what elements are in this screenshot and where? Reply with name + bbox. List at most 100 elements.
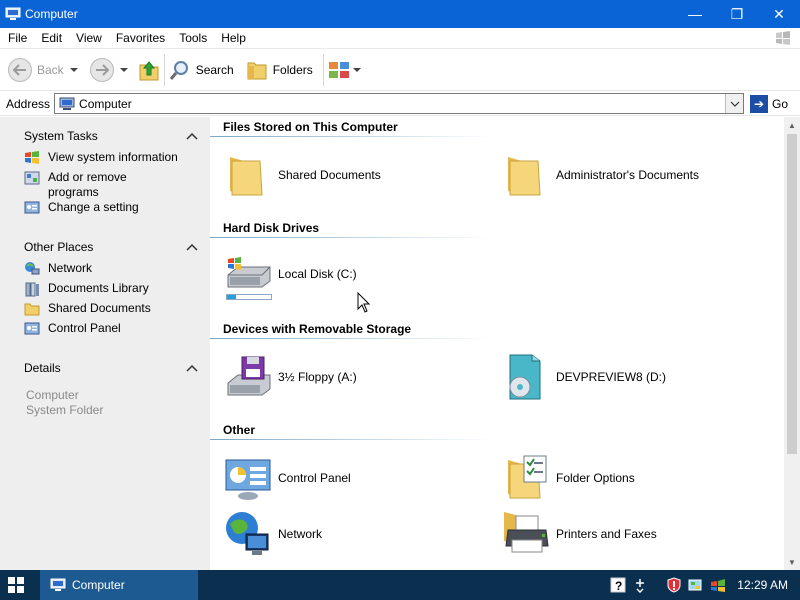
place-network[interactable]: Network — [0, 261, 200, 281]
menu-help[interactable]: Help — [213, 31, 252, 45]
item-floppy-a[interactable]: 3½ Floppy (A:) — [224, 353, 357, 401]
item-network[interactable]: Network — [224, 510, 322, 558]
collapse-chevron-icon[interactable] — [186, 130, 198, 142]
folders-icon — [247, 62, 267, 80]
content-pane: Files Stored on This Computer Shared Doc… — [210, 117, 784, 570]
chevron-down-icon[interactable] — [352, 68, 361, 72]
add-remove-programs-icon — [24, 171, 40, 185]
folders-button[interactable]: Folders — [246, 54, 313, 86]
item-control-panel[interactable]: Control Panel — [224, 454, 351, 502]
menu-edit[interactable]: Edit — [33, 31, 68, 45]
forward-button[interactable] — [89, 54, 134, 86]
place-label: Documents Library — [48, 281, 149, 295]
search-button[interactable]: Search — [169, 54, 234, 86]
close-button[interactable]: ✕ — [758, 0, 800, 28]
scroll-down-icon[interactable]: ▼ — [784, 554, 800, 570]
window-title: Computer — [25, 7, 78, 21]
control-panel-icon — [24, 322, 40, 335]
item-devpreview8-d[interactable]: DEVPREVIEW8 (D:) — [502, 353, 666, 401]
item-label: Shared Documents — [278, 168, 381, 182]
address-dropdown-button[interactable] — [725, 94, 744, 113]
address-input[interactable]: Computer — [54, 93, 745, 114]
item-administrators-documents[interactable]: Administrator's Documents — [502, 151, 699, 199]
item-local-disk-c[interactable]: Local Disk (C:) — [224, 253, 357, 301]
system-tasks-panel: System Tasks View system information Add… — [0, 122, 200, 220]
collapse-chevron-icon[interactable] — [186, 241, 198, 253]
other-places-header[interactable]: Other Places — [0, 233, 200, 261]
start-button[interactable] — [0, 570, 32, 600]
item-label: Printers and Faxes — [556, 527, 657, 541]
details-name: Computer — [26, 388, 79, 402]
clock[interactable]: 12:29 AM — [737, 578, 788, 592]
task-label: View system information — [48, 150, 178, 164]
views-button[interactable] — [328, 54, 367, 86]
taskbar-item-label: Computer — [72, 578, 125, 592]
go-arrow-icon: ➔ — [750, 94, 769, 113]
minimize-button[interactable]: — — [674, 0, 716, 28]
back-button[interactable]: Back — [8, 54, 84, 86]
folders-label: Folders — [272, 63, 313, 77]
menu-favorites[interactable]: Favorites — [108, 31, 171, 45]
folder-icon — [508, 157, 541, 196]
svg-text:?: ? — [615, 579, 622, 593]
maximize-button[interactable]: ❐ — [716, 0, 758, 28]
system-tasks-header[interactable]: System Tasks — [0, 122, 200, 150]
place-label: Network — [48, 261, 93, 275]
menu-view[interactable]: View — [68, 31, 108, 45]
windows-logo-icon — [8, 577, 24, 593]
group-title-other: Other — [223, 423, 256, 437]
menu-bar: File Edit View Favorites Tools Help — [0, 28, 800, 49]
chevron-down-icon[interactable] — [119, 68, 128, 72]
system-tray: ? 12:29 AM — [607, 570, 800, 600]
details-header[interactable]: Details — [0, 354, 200, 382]
mouse-cursor-icon — [357, 292, 371, 313]
place-documents-library[interactable]: Documents Library — [0, 281, 200, 301]
item-shared-documents[interactable]: Shared Documents — [224, 151, 381, 199]
group-divider — [210, 136, 495, 137]
place-label: Control Panel — [48, 321, 121, 335]
help-icon[interactable]: ? — [610, 577, 626, 593]
taskbar-item-computer[interactable]: Computer — [40, 570, 198, 600]
place-label: Shared Documents — [48, 301, 151, 315]
scrollbar-thumb[interactable] — [787, 134, 797, 454]
taskbar: Computer ? 12:29 AM — [0, 570, 800, 600]
security-shield-icon[interactable] — [666, 577, 682, 593]
computer-icon — [5, 7, 21, 20]
item-label: Network — [278, 527, 323, 541]
network-status-icon[interactable] — [632, 577, 648, 593]
drive-icon-wrap — [224, 253, 272, 301]
hard-disk-icon — [227, 257, 271, 288]
vertical-scrollbar[interactable]: ▲ ▼ — [784, 117, 800, 570]
task-change-setting[interactable]: Change a setting — [0, 200, 200, 220]
group-divider — [210, 338, 495, 339]
item-label: Administrator's Documents — [556, 168, 700, 182]
folder-options-icon — [508, 455, 547, 499]
go-button[interactable]: ➔ Go — [750, 94, 788, 113]
collapse-chevron-icon[interactable] — [186, 362, 198, 374]
other-places-panel: Other Places Network Documents Library S… — [0, 233, 200, 341]
task-add-remove-programs[interactable]: Add or remove programs — [0, 170, 200, 200]
address-bar: Address Computer ➔ Go — [0, 92, 800, 116]
windows-update-icon[interactable] — [688, 577, 704, 593]
chevron-down-icon[interactable] — [69, 68, 78, 72]
windows-flag-tray-icon[interactable] — [710, 577, 726, 593]
item-label: Local Disk (C:) — [278, 267, 357, 281]
scroll-up-icon[interactable]: ▲ — [784, 117, 800, 133]
item-folder-options[interactable]: Folder Options — [502, 454, 635, 502]
place-shared-documents[interactable]: Shared Documents — [0, 301, 200, 321]
control-panel-icon — [24, 201, 40, 214]
folder-up-icon[interactable] — [138, 58, 160, 82]
details-panel: Details Computer System Folder — [0, 354, 200, 418]
place-control-panel[interactable]: Control Panel — [0, 321, 200, 341]
task-view-system-info[interactable]: View system information — [0, 150, 200, 170]
search-label: Search — [195, 63, 234, 77]
network-icon — [25, 262, 40, 275]
chevron-down-icon — [730, 101, 739, 107]
menu-tools[interactable]: Tools — [171, 31, 213, 45]
item-label: 3½ Floppy (A:) — [278, 370, 357, 384]
item-printers-and-faxes[interactable]: Printers and Faxes — [502, 510, 657, 558]
search-icon — [169, 61, 188, 80]
windows-flag-icon — [25, 151, 39, 164]
menu-file[interactable]: File — [0, 31, 33, 45]
network-icon — [226, 512, 269, 555]
